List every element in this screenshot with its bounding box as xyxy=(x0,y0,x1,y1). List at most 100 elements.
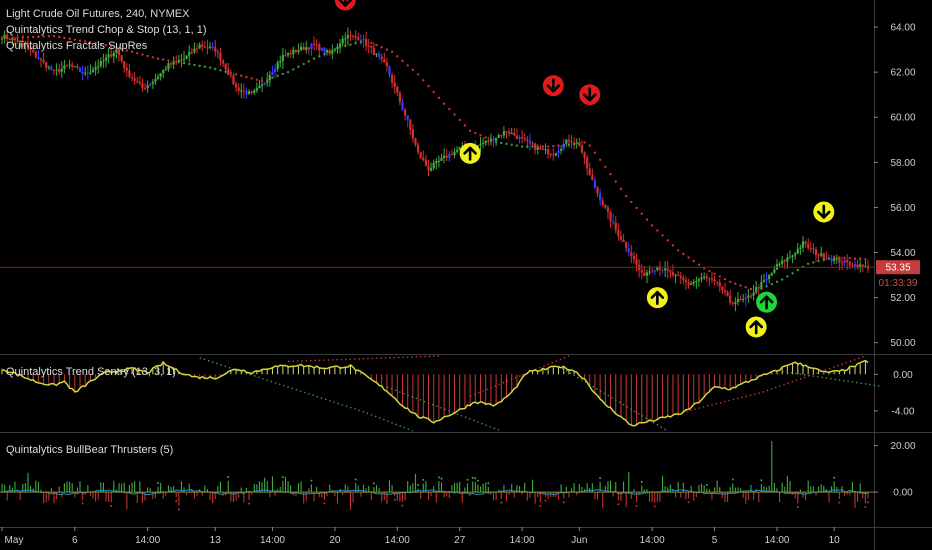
candle-body xyxy=(492,138,495,141)
candle-body xyxy=(450,154,454,156)
signal-up-green-icon[interactable] xyxy=(756,291,778,313)
trend-stop-dot xyxy=(172,60,175,63)
candle-body xyxy=(401,101,404,110)
candle-body xyxy=(671,272,675,276)
candle-body xyxy=(643,272,646,276)
trend-stop-dot xyxy=(848,256,851,260)
candle-body xyxy=(383,59,386,63)
candle-body xyxy=(796,248,799,254)
thruster-marker xyxy=(466,478,469,481)
candle-body xyxy=(448,154,451,158)
candle-body xyxy=(237,87,240,91)
candle-body xyxy=(377,53,381,57)
trend-stop-dot xyxy=(442,102,446,105)
candle-body xyxy=(175,61,178,63)
candle-body xyxy=(679,275,682,279)
trend-stop-dot xyxy=(453,113,456,116)
candle-body xyxy=(739,299,742,301)
candle-body xyxy=(713,279,716,282)
trend-stop-dot xyxy=(843,256,846,259)
trend-stop-dot xyxy=(151,56,155,59)
trend-stop-dot xyxy=(198,64,201,68)
thruster-marker xyxy=(562,501,565,504)
trend-stop-dot xyxy=(468,129,472,132)
candle-body xyxy=(544,149,547,151)
trend-stop-dot xyxy=(780,278,784,281)
trend-stop-dot xyxy=(370,41,373,45)
candle-body xyxy=(107,54,110,58)
trend-stop-dot xyxy=(182,61,186,65)
candle-body xyxy=(723,290,727,292)
trend-stop-dot xyxy=(364,39,368,42)
trend-stop-dot xyxy=(604,165,607,169)
signal-down-red-icon[interactable] xyxy=(579,84,601,106)
candle-body xyxy=(528,140,532,144)
candle-body xyxy=(34,51,37,58)
candle-body xyxy=(814,249,818,255)
price-tick-label: 62.00 xyxy=(890,68,915,79)
candle-body xyxy=(102,60,105,62)
candle-body xyxy=(388,66,391,75)
candle-body xyxy=(567,139,571,142)
thruster-marker xyxy=(372,482,375,485)
trend-stop-dot xyxy=(687,256,690,259)
trend-stop-dot xyxy=(344,44,347,48)
thruster-marker xyxy=(833,476,836,479)
thruster-marker xyxy=(440,477,443,480)
candle-body xyxy=(310,43,313,50)
candle-body xyxy=(201,44,204,47)
trend-stop-dot xyxy=(796,268,799,272)
trend-stop-dot xyxy=(754,289,758,293)
thruster-marker xyxy=(731,478,734,481)
candle-body xyxy=(851,265,854,267)
candle-body xyxy=(614,222,617,230)
candle-body xyxy=(349,35,352,37)
thruster-marker xyxy=(687,501,690,504)
signal-down-yellow-icon[interactable] xyxy=(813,201,835,223)
trend-stop-dot xyxy=(162,58,165,61)
candle-body xyxy=(632,255,636,260)
trend-stop-dot xyxy=(635,206,638,210)
signal-up-yellow-icon[interactable] xyxy=(459,142,481,164)
candle-body xyxy=(619,235,623,240)
trend-stop-dot xyxy=(240,74,243,77)
candle-body xyxy=(185,55,188,59)
trend-stop-dot xyxy=(666,239,669,242)
trend-stop-dot xyxy=(333,48,337,51)
candle-body xyxy=(422,158,425,161)
signal-up-yellow-icon[interactable] xyxy=(646,287,668,309)
candle-body xyxy=(781,260,784,264)
candle-body xyxy=(91,69,95,73)
trend-stop-dot xyxy=(328,50,331,54)
candle-body xyxy=(648,271,651,273)
candle-body xyxy=(554,153,558,156)
time-tick-label: 20 xyxy=(329,535,341,546)
candle-body xyxy=(214,46,217,52)
candle-body xyxy=(97,66,100,68)
trend-stop-dot xyxy=(822,258,825,261)
candle-body xyxy=(370,45,373,48)
trend-stop-dot xyxy=(749,287,753,291)
candle-body xyxy=(487,140,490,142)
candle-body xyxy=(143,87,147,89)
candle-body xyxy=(242,90,245,92)
trend-stop-dot xyxy=(682,252,685,256)
candle-body xyxy=(123,61,126,69)
thruster-marker xyxy=(760,479,763,482)
candle-body xyxy=(380,56,383,60)
trend-stop-dot xyxy=(640,212,643,215)
candle-body xyxy=(697,279,701,281)
signal-down-red-icon[interactable] xyxy=(542,75,564,97)
trend-stop-dot xyxy=(349,43,352,46)
trend-stop-dot xyxy=(827,257,831,260)
candle-body xyxy=(58,69,61,72)
candle-body xyxy=(221,60,225,64)
candle-body xyxy=(198,44,201,49)
candle-body xyxy=(588,168,591,176)
candle-body xyxy=(39,59,43,61)
candle-body xyxy=(403,109,407,116)
thruster-marker xyxy=(248,502,251,505)
candle-body xyxy=(276,62,279,69)
signal-up-yellow-icon[interactable] xyxy=(745,316,767,338)
candle-body xyxy=(188,51,191,56)
